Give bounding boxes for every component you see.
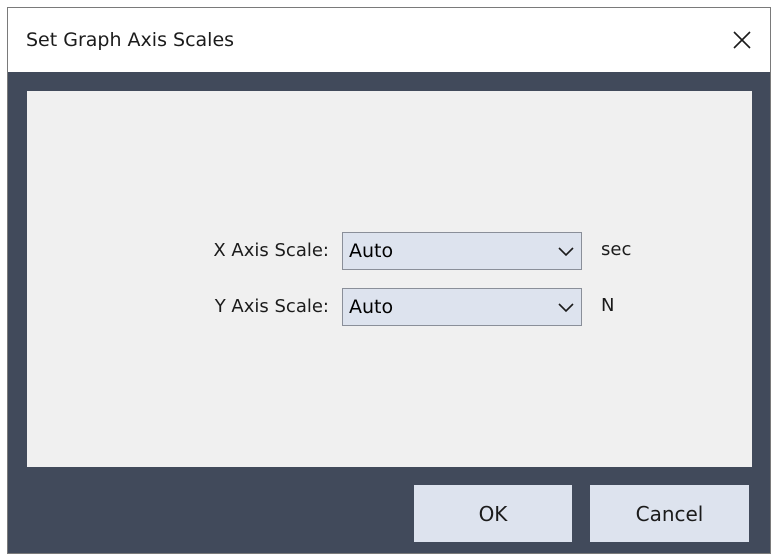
cancel-button[interactable]: Cancel <box>590 485 749 542</box>
y-axis-row: Y Axis Scale: Auto N <box>27 288 752 326</box>
close-icon <box>733 31 751 49</box>
y-axis-scale-value: Auto <box>349 296 394 318</box>
title-bar: Set Graph Axis Scales <box>8 8 770 72</box>
close-button[interactable] <box>714 8 770 72</box>
dialog-title: Set Graph Axis Scales <box>26 29 235 51</box>
y-axis-unit: N <box>601 295 615 316</box>
x-axis-row: X Axis Scale: Auto sec <box>27 232 752 270</box>
y-axis-scale-dropdown[interactable]: Auto <box>342 288 582 326</box>
y-axis-label: Y Axis Scale: <box>214 296 329 317</box>
settings-panel: X Axis Scale: Auto sec Y Axis Scale: Aut… <box>27 91 752 467</box>
chevron-down-icon <box>558 303 574 313</box>
axis-scales-dialog: Set Graph Axis Scales X Axis Scale: Auto… <box>7 7 771 554</box>
ok-button[interactable]: OK <box>414 485 572 542</box>
chevron-down-icon <box>558 247 574 257</box>
x-axis-scale-value: Auto <box>349 240 394 262</box>
x-axis-scale-dropdown[interactable]: Auto <box>342 232 582 270</box>
x-axis-label: X Axis Scale: <box>213 240 329 261</box>
x-axis-unit: sec <box>601 239 632 260</box>
